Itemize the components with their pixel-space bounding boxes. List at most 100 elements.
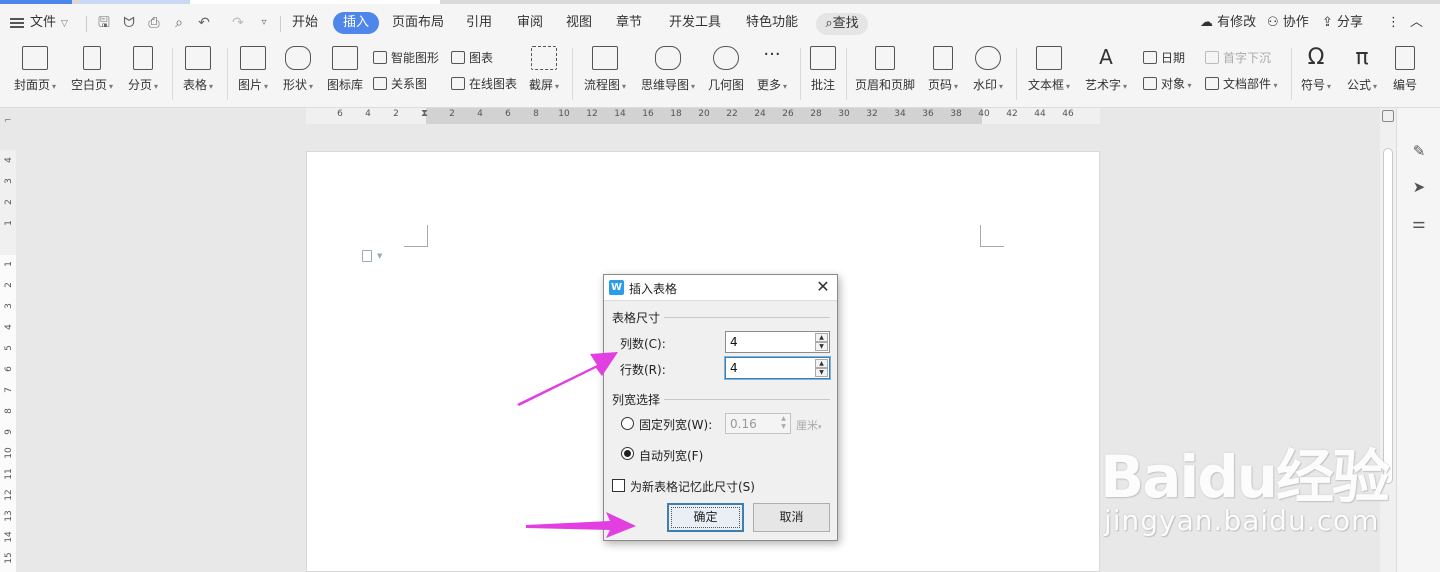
relation-chart-button[interactable]: 关系图	[373, 76, 427, 92]
ruler-tick-label: 28	[810, 109, 822, 119]
chart-button[interactable]: 图表	[451, 50, 493, 66]
table-label: 表格	[182, 78, 207, 92]
save-icon[interactable]: 🖫	[96, 15, 112, 31]
separator	[172, 48, 173, 100]
paragraph-layout-icon[interactable]	[362, 250, 372, 262]
page-number-button[interactable]: 页码 ▾	[925, 46, 961, 94]
ok-button[interactable]: 确定	[667, 503, 744, 532]
fixed-width-stepper[interactable]: 0.16 ▲ ▼	[725, 413, 791, 434]
tab-page-layout[interactable]: 页面布局	[392, 12, 444, 34]
cancel-button[interactable]: 取消	[753, 503, 830, 532]
wordart-button[interactable]: A 艺术字 ▾	[1082, 46, 1130, 94]
object-button[interactable]: 对象 ▾	[1143, 76, 1192, 94]
online-chart-button[interactable]: 在线图表	[451, 76, 517, 92]
stepper-arrows[interactable]: ▲ ▼	[815, 359, 828, 377]
flowchart-button[interactable]: 流程图 ▾	[581, 46, 629, 94]
has-changes-button[interactable]: ☁ 有修改	[1200, 12, 1256, 34]
blank-page-button[interactable]: 空白页 ▾	[69, 46, 115, 94]
page-break-button[interactable]: 分页 ▾	[125, 46, 161, 94]
share-button[interactable]: ⇪ 分享	[1322, 12, 1363, 34]
sliders-icon[interactable]: ⚌	[1409, 213, 1429, 233]
screenshot-button[interactable]: 截屏 ▾	[526, 46, 562, 94]
more-button[interactable]: ··· 更多 ▾	[754, 46, 790, 94]
rows-stepper[interactable]: 4 ▲ ▼	[725, 357, 830, 379]
textbox-button[interactable]: 文本框 ▾	[1025, 46, 1073, 94]
ruler-tick-label: 6	[4, 366, 14, 372]
collaborate-button[interactable]: ⚇ 协作	[1267, 12, 1309, 34]
search-icon: ⌕	[825, 16, 833, 31]
watermark-url: jingyan.baidu.com	[1104, 504, 1380, 537]
drop-cap-button[interactable]: 首字下沉	[1205, 50, 1271, 66]
chart-label: 图表	[469, 51, 494, 65]
pen-icon[interactable]: ✎	[1409, 141, 1429, 161]
collapse-ribbon-icon[interactable]: ︿	[1410, 12, 1423, 34]
down-arrow-icon[interactable]: ▼	[815, 342, 828, 351]
doc-parts-button[interactable]: 文档部件 ▾	[1205, 76, 1278, 94]
header-footer-button[interactable]: 页眉和页脚	[854, 46, 916, 92]
formula-button[interactable]: π 公式 ▾	[1344, 46, 1380, 94]
scroll-top-icon[interactable]	[1382, 110, 1394, 122]
ruler-tick-label: 3	[4, 303, 14, 309]
tab-references[interactable]: 引用	[466, 12, 492, 34]
chevron-down-icon[interactable]: ▼	[377, 252, 382, 260]
print-icon[interactable]: ⎙	[146, 15, 162, 31]
symbol-button[interactable]: Ω 符号 ▾	[1298, 46, 1334, 94]
tab-insert[interactable]: 插入	[333, 12, 380, 34]
table-button[interactable]: 表格 ▾	[180, 46, 216, 94]
tab-view[interactable]: 视图	[566, 12, 592, 34]
format-painter-icon[interactable]: ᗢ	[121, 15, 137, 31]
comment-button[interactable]: 批注	[808, 46, 838, 92]
stepper-arrows[interactable]: ▲ ▼	[815, 333, 828, 351]
drop-cap-label: 首字下沉	[1223, 51, 1272, 65]
icon-library-button[interactable]: 图标库	[326, 46, 364, 92]
up-arrow-icon[interactable]: ▲	[815, 333, 828, 342]
fixed-width-radio[interactable]	[621, 417, 634, 430]
cover-page-button[interactable]: 封面页 ▾	[12, 46, 58, 94]
share-icon: ⇪	[1322, 15, 1333, 30]
remember-size-checkbox[interactable]	[612, 479, 625, 492]
columns-value[interactable]: 4	[730, 335, 738, 349]
watermark-button[interactable]: 水印 ▾	[970, 46, 1006, 94]
indent-marker-icon[interactable]: ⧗	[421, 108, 428, 119]
dialog-title-bar[interactable]: W 插入表格 ✕	[604, 275, 837, 301]
ruler-corner[interactable]: ⌐	[4, 116, 12, 126]
unit-select[interactable]: 厘米▾	[796, 417, 822, 433]
tab-review[interactable]: 审阅	[517, 12, 543, 34]
comment-icon	[810, 46, 836, 70]
numbering-button[interactable]: 编号	[1390, 46, 1420, 92]
cursor-icon[interactable]: ➤	[1409, 177, 1429, 197]
search-label: 查找	[832, 16, 859, 31]
picture-button[interactable]: 图片 ▾	[235, 46, 271, 94]
up-arrow-icon[interactable]: ▲	[815, 359, 828, 368]
shape-button[interactable]: 形状 ▾	[280, 46, 316, 94]
down-arrow-icon[interactable]: ▼	[778, 423, 789, 431]
fixed-width-value[interactable]: 0.16	[730, 417, 757, 431]
ruler-tick-label: 8	[4, 408, 14, 414]
undo-icon[interactable]: ↶	[196, 15, 212, 31]
horizontal-ruler[interactable]: 6 4 2 2 4 6 8 10 12 14 16 18 20 22 24 26 28 30 32 34 36 38 40 4…	[306, 108, 1100, 124]
tab-developer[interactable]: 开发工具	[669, 12, 721, 34]
more-options-icon[interactable]: ⋮	[1387, 12, 1400, 34]
columns-stepper[interactable]: 4 ▲ ▼	[725, 331, 830, 353]
rows-value[interactable]: 4	[730, 361, 738, 375]
date-button[interactable]: 日期	[1143, 50, 1185, 66]
search-button[interactable]: ⌕查找	[816, 13, 868, 35]
stepper-arrows[interactable]: ▲ ▼	[778, 415, 789, 432]
auto-width-radio[interactable]	[621, 447, 634, 460]
close-icon[interactable]: ✕	[814, 278, 832, 296]
file-menu-button[interactable]: 文件 ▽	[10, 12, 68, 34]
down-arrow-icon[interactable]: ▼	[815, 368, 828, 377]
tab-chapter[interactable]: 章节	[616, 12, 642, 34]
textbox-label: 文本框	[1027, 78, 1064, 92]
tab-home[interactable]: 开始	[292, 12, 318, 34]
separator	[572, 48, 573, 100]
customize-dropdown-icon[interactable]: ▿	[256, 15, 272, 31]
tab-features[interactable]: 特色功能	[746, 12, 798, 34]
up-arrow-icon[interactable]: ▲	[778, 415, 789, 423]
smart-art-button[interactable]: 智能图形	[373, 50, 439, 66]
mind-map-button[interactable]: 思维导图 ▾	[638, 46, 698, 94]
geometry-button[interactable]: 几何图	[707, 46, 745, 92]
redo-icon[interactable]: ↷	[230, 15, 246, 31]
vertical-ruler[interactable]: 4 3 2 1 1 2 3 4 5 6 7 8 9 10 11 12 13 14 15	[0, 150, 16, 572]
print-preview-icon[interactable]: ⌕	[171, 15, 187, 31]
